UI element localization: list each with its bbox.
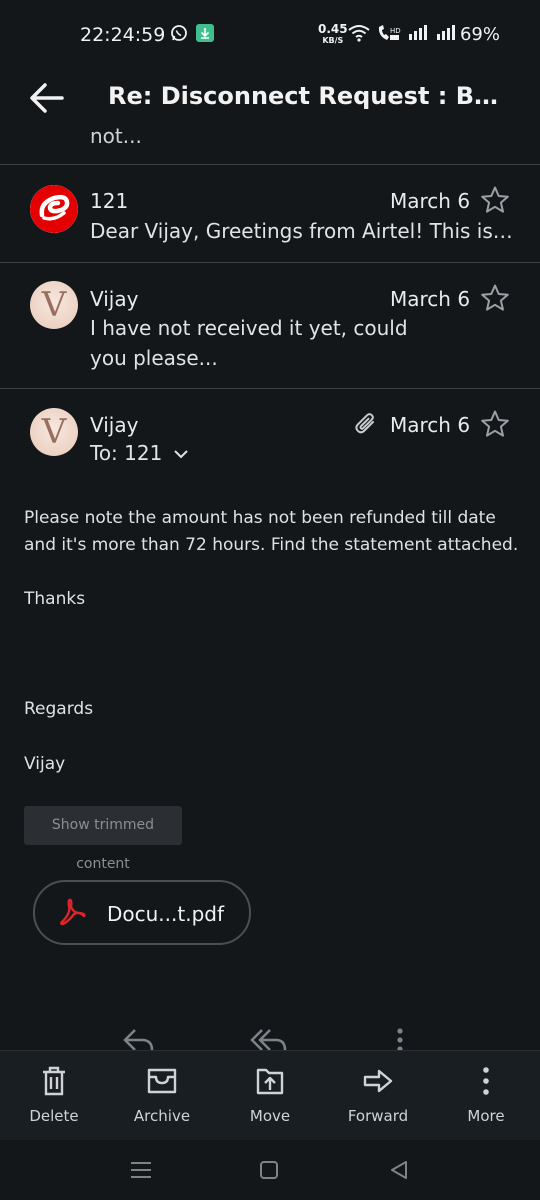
signal-icon bbox=[408, 24, 430, 46]
home-square-icon bbox=[260, 1161, 278, 1179]
attachment-chip[interactable]: Docu...t.pdf bbox=[33, 880, 251, 945]
avatar: V bbox=[30, 281, 78, 329]
message-body: Please note the amount has not been refu… bbox=[24, 508, 519, 555]
archive-button[interactable]: Archive bbox=[108, 1051, 216, 1141]
move-button[interactable]: Move bbox=[216, 1051, 324, 1141]
signal-icon bbox=[436, 24, 458, 46]
recipients-toggle[interactable]: To: 121 bbox=[90, 441, 189, 465]
svg-text:HD: HD bbox=[390, 27, 401, 35]
more-vertical-icon bbox=[483, 1067, 489, 1095]
message-date: March 6 bbox=[390, 189, 471, 213]
volte-call-icon: HD bbox=[376, 24, 402, 46]
back-button[interactable] bbox=[28, 80, 66, 116]
message-row[interactable]: V Vijay March 6 I have not received it y… bbox=[0, 263, 540, 387]
system-nav-bar bbox=[0, 1140, 540, 1200]
sender-name: Vijay bbox=[90, 287, 139, 311]
to-line: To: 121 bbox=[90, 441, 163, 465]
attachment-name: Docu...t.pdf bbox=[107, 902, 225, 926]
message-snippet: I have not received it yet, could you pl… bbox=[90, 316, 408, 370]
chevron-down-icon bbox=[173, 450, 188, 459]
pdf-icon bbox=[57, 897, 87, 927]
arrow-left-icon bbox=[30, 83, 64, 113]
home-button[interactable] bbox=[255, 1155, 285, 1185]
more-button[interactable]: More bbox=[432, 1051, 540, 1141]
recents-button[interactable] bbox=[126, 1155, 156, 1185]
battery-level: 69% bbox=[459, 24, 500, 45]
airtel-logo-avatar bbox=[30, 185, 78, 233]
download-icon bbox=[196, 24, 214, 46]
status-time: 22:24:59 bbox=[80, 24, 166, 46]
sender-name: Vijay bbox=[90, 413, 139, 437]
network-speed: 0.45 KB/S bbox=[318, 22, 348, 45]
show-trimmed-content-button[interactable]: Show trimmed content bbox=[24, 806, 182, 872]
message-row[interactable]: 121 March 6 Dear Vijay, Greetings from A… bbox=[0, 165, 540, 261]
whatsapp-icon bbox=[170, 24, 188, 46]
thread-subject: Re: Disconnect Request : Broa... bbox=[108, 82, 508, 110]
collapsed-message-snippet[interactable]: not... bbox=[90, 124, 142, 146]
status-bar: 22:24:59 0.45 KB/S HD 69% bbox=[0, 0, 540, 70]
forward-icon bbox=[363, 1069, 393, 1093]
star-icon[interactable] bbox=[480, 185, 510, 215]
divider bbox=[0, 388, 540, 389]
message-thanks: Thanks bbox=[24, 589, 86, 609]
sender-name: 121 bbox=[90, 189, 129, 213]
message-signature: Vijay bbox=[24, 754, 66, 774]
system-back-button[interactable] bbox=[384, 1155, 414, 1185]
attachment-clip-icon bbox=[354, 410, 378, 436]
message-date: March 6 bbox=[390, 287, 471, 311]
star-icon[interactable] bbox=[480, 283, 510, 313]
trash-icon bbox=[43, 1066, 65, 1096]
message-snippet: Dear Vijay, Greetings from Airtel! This … bbox=[90, 219, 515, 243]
message-regards: Regards bbox=[24, 699, 94, 719]
move-icon bbox=[256, 1068, 284, 1095]
wifi-icon bbox=[348, 24, 370, 46]
bottom-toolbar: Delete Archive Move Forward More bbox=[0, 1050, 540, 1141]
message-date: March 6 bbox=[390, 413, 471, 437]
archive-icon bbox=[147, 1068, 177, 1094]
delete-button[interactable]: Delete bbox=[0, 1051, 108, 1141]
menu-lines-icon bbox=[131, 1162, 151, 1178]
star-icon[interactable] bbox=[480, 409, 510, 439]
avatar: V bbox=[30, 408, 78, 456]
forward-button[interactable]: Forward bbox=[324, 1051, 432, 1141]
triangle-back-icon bbox=[391, 1161, 407, 1179]
